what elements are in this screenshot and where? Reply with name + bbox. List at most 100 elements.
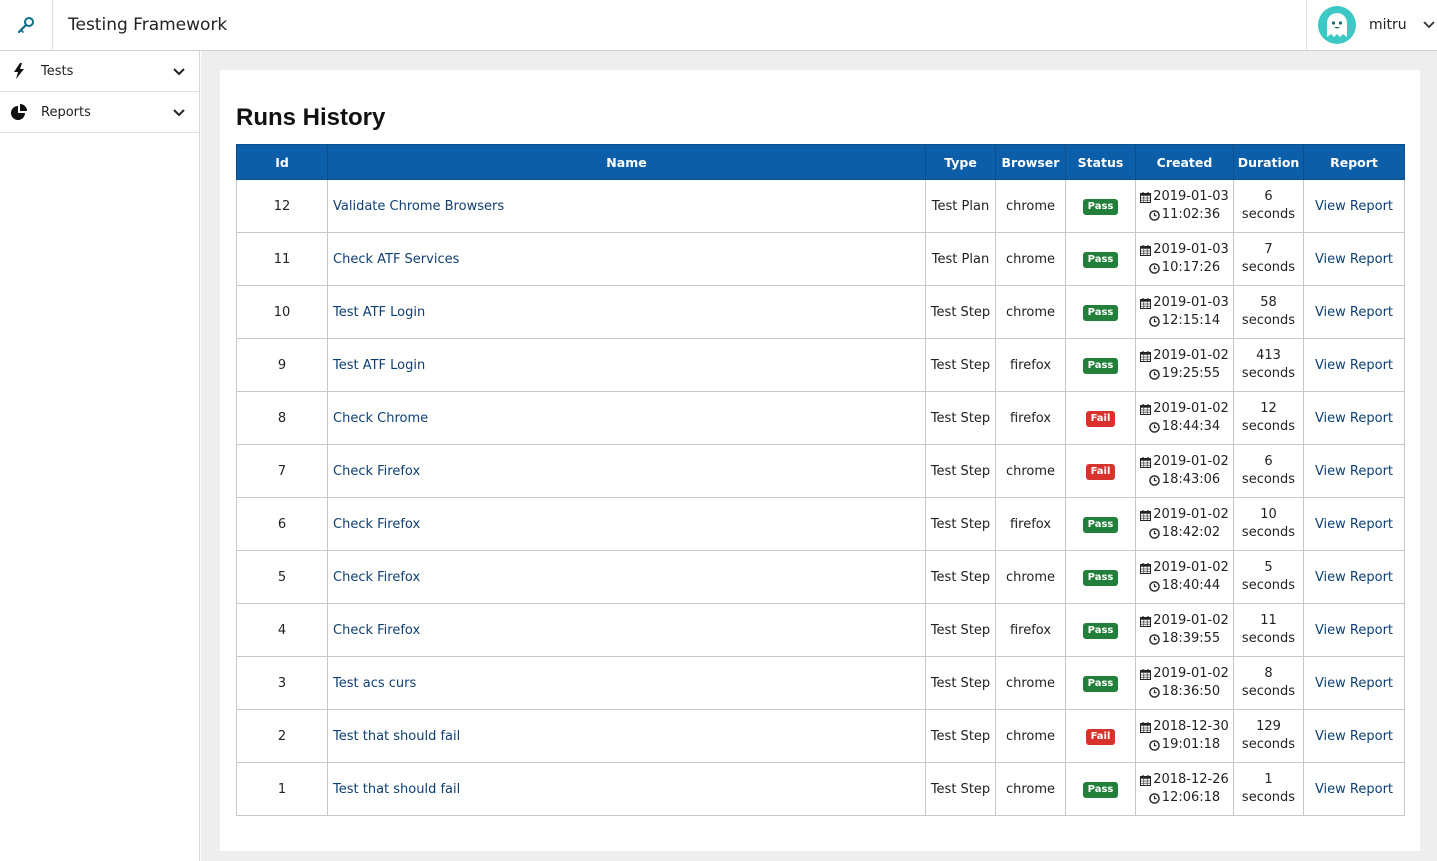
created-time: 18:43:06: [1161, 472, 1221, 487]
run-type: Test Step: [925, 603, 996, 657]
run-report-cell: View Report: [1303, 603, 1405, 657]
clock-icon: [1148, 527, 1160, 539]
run-browser: firefox: [995, 391, 1066, 445]
column-header-status[interactable]: Status: [1065, 144, 1136, 180]
run-name-link[interactable]: Test ATF Login: [333, 305, 425, 320]
run-report-cell: View Report: [1303, 179, 1405, 233]
run-name-cell: Check Firefox: [327, 444, 926, 498]
column-header-type[interactable]: Type: [925, 144, 996, 180]
run-status-cell: Pass: [1065, 285, 1136, 339]
run-id: 12: [236, 179, 328, 233]
run-type: Test Plan: [925, 232, 996, 286]
created-time: 11:02:36: [1161, 207, 1221, 222]
run-type: Test Step: [925, 497, 996, 551]
run-name-link[interactable]: Check Firefox: [333, 464, 420, 479]
run-name-link[interactable]: Check ATF Services: [333, 252, 459, 267]
run-report-cell: View Report: [1303, 656, 1405, 710]
run-name-cell: Check Firefox: [327, 497, 926, 551]
run-name-link[interactable]: Test ATF Login: [333, 358, 425, 373]
column-header-duration[interactable]: Duration: [1233, 144, 1304, 180]
run-duration: 6 seconds: [1233, 444, 1304, 498]
created-time: 18:40:44: [1161, 578, 1221, 593]
column-header-created[interactable]: Created: [1135, 144, 1234, 180]
sidebar-item-tests[interactable]: Tests: [0, 51, 199, 92]
view-report-link[interactable]: View Report: [1315, 358, 1393, 373]
run-name-link[interactable]: Test that should fail: [333, 782, 460, 797]
column-header-id[interactable]: Id: [236, 144, 328, 180]
run-created: 2019-01-02 18:40:44: [1135, 550, 1234, 604]
view-report-link[interactable]: View Report: [1315, 623, 1393, 638]
table-row: 6 Check Firefox Test Step firefox Pass 2019-0…: [236, 497, 1405, 551]
status-badge: Pass: [1082, 569, 1119, 586]
main-area: Runs History Id Name Type Browser Status…: [201, 51, 1437, 861]
clock-icon: [1148, 368, 1160, 380]
duration-unit: seconds: [1241, 207, 1296, 222]
run-name-link[interactable]: Check Firefox: [333, 517, 420, 532]
run-type: Test Step: [925, 285, 996, 339]
view-report-link[interactable]: View Report: [1315, 676, 1393, 691]
chevron-down-icon[interactable]: [1423, 21, 1435, 29]
view-report-link[interactable]: View Report: [1315, 729, 1393, 744]
view-report-link[interactable]: View Report: [1315, 464, 1393, 479]
duration-unit: seconds: [1241, 260, 1296, 275]
run-name-link[interactable]: Check Firefox: [333, 623, 420, 638]
column-header-report[interactable]: Report: [1303, 144, 1405, 180]
app-logo[interactable]: [0, 0, 53, 50]
run-name-link[interactable]: Test that should fail: [333, 729, 460, 744]
run-id: 10: [236, 285, 328, 339]
duration-unit: seconds: [1241, 419, 1296, 434]
duration-unit: seconds: [1241, 472, 1296, 487]
duration-unit: seconds: [1241, 737, 1296, 752]
sidebar-item-reports[interactable]: Reports: [0, 92, 199, 133]
avatar[interactable]: [1318, 6, 1356, 44]
duration-value: 5: [1264, 560, 1273, 575]
view-report-link[interactable]: View Report: [1315, 517, 1393, 532]
table-row: 9 Test ATF Login Test Step firefox Pass 2019-…: [236, 338, 1405, 392]
view-report-link[interactable]: View Report: [1315, 570, 1393, 585]
run-duration: 11 seconds: [1233, 603, 1304, 657]
run-name-cell: Test that should fail: [327, 709, 926, 763]
run-name-link[interactable]: Validate Chrome Browsers: [333, 199, 504, 214]
clock-icon: [1148, 580, 1160, 592]
view-report-link[interactable]: View Report: [1315, 305, 1393, 320]
run-created: 2019-01-02 18:42:02: [1135, 497, 1234, 551]
table-row: 10 Test ATF Login Test Step chrome Pass 2019-…: [236, 285, 1405, 339]
run-name-cell: Test ATF Login: [327, 285, 926, 339]
view-report-link[interactable]: View Report: [1315, 252, 1393, 267]
run-duration: 5 seconds: [1233, 550, 1304, 604]
created-time: 12:15:14: [1161, 313, 1221, 328]
run-id: 2: [236, 709, 328, 763]
table-row: 5 Check Firefox Test Step chrome Pass 2019-01…: [236, 550, 1405, 604]
table-header-row: Id Name Type Browser Status Created Dura…: [236, 144, 1405, 180]
view-report-link[interactable]: View Report: [1315, 782, 1393, 797]
duration-unit: seconds: [1241, 578, 1296, 593]
status-badge: Pass: [1082, 675, 1119, 692]
run-report-cell: View Report: [1303, 232, 1405, 286]
created-date: 2019-01-02: [1153, 454, 1229, 469]
clock-icon: [1148, 686, 1160, 698]
run-name-link[interactable]: Check Firefox: [333, 570, 420, 585]
table-row: 8 Check Chrome Test Step firefox Fail 2019-01…: [236, 391, 1405, 445]
view-report-link[interactable]: View Report: [1315, 411, 1393, 426]
run-duration: 8 seconds: [1233, 656, 1304, 710]
run-name-link[interactable]: Test acs curs: [333, 676, 416, 691]
run-name-link[interactable]: Check Chrome: [333, 411, 428, 426]
sidebar: Tests Reports: [0, 51, 200, 861]
table-row: 11 Check ATF Services Test Plan chrome Pass 2…: [236, 232, 1405, 286]
created-time: 10:17:26: [1161, 260, 1221, 275]
created-time: 19:25:55: [1161, 366, 1221, 381]
run-report-cell: View Report: [1303, 497, 1405, 551]
column-header-browser[interactable]: Browser: [995, 144, 1066, 180]
run-created: 2019-01-02 19:25:55: [1135, 338, 1234, 392]
username[interactable]: mitru: [1369, 17, 1407, 33]
column-header-name[interactable]: Name: [327, 144, 926, 180]
status-badge: Pass: [1082, 251, 1119, 268]
chevron-down-icon[interactable]: [173, 106, 185, 121]
run-report-cell: View Report: [1303, 338, 1405, 392]
duration-unit: seconds: [1241, 631, 1296, 646]
user-menu[interactable]: mitru: [1306, 0, 1437, 50]
created-date: 2019-01-02: [1153, 613, 1229, 628]
chevron-down-icon[interactable]: [173, 65, 185, 80]
run-duration: 10 seconds: [1233, 497, 1304, 551]
view-report-link[interactable]: View Report: [1315, 199, 1393, 214]
